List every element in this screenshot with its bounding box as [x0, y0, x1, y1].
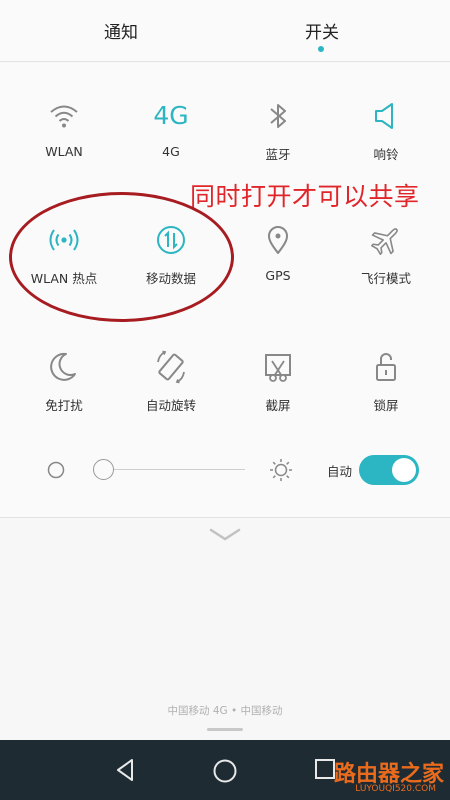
tile-dnd-label: 免打扰: [45, 398, 83, 413]
active-tab-indicator: [318, 46, 324, 52]
tab-switches[interactable]: 开关: [305, 18, 339, 43]
airplane-icon: [371, 228, 398, 255]
recent-apps-icon[interactable]: [314, 758, 336, 780]
tile-gps[interactable]: GPS: [222, 220, 334, 283]
tile-airplane-label: 飞行模式: [360, 271, 411, 286]
rotate-icon: [157, 350, 185, 384]
annotation-ellipse: [9, 192, 234, 322]
wifi-icon: [50, 105, 78, 128]
auto-brightness-toggle[interactable]: [359, 455, 419, 485]
tile-gps-label: GPS: [265, 268, 291, 283]
toggle-knob: [392, 458, 416, 482]
header-tabs: 通知 开关: [0, 0, 450, 62]
brightness-high-icon: [270, 459, 292, 481]
home-icon[interactable]: [212, 758, 238, 784]
auto-brightness-label: 自动: [327, 464, 353, 479]
tile-rotate-label: 自动旋转: [145, 398, 196, 413]
tile-4g[interactable]: 4G 4G: [115, 96, 227, 159]
drag-handle[interactable]: [207, 728, 243, 731]
tile-ringer-label: 响铃: [373, 147, 399, 162]
tile-wlan[interactable]: WLAN: [8, 96, 120, 159]
moon-icon: [50, 352, 76, 381]
speaker-icon: [375, 103, 393, 129]
tile-wlan-label: WLAN: [45, 144, 83, 159]
back-icon[interactable]: [114, 758, 136, 782]
screenshot-icon: [265, 354, 291, 382]
tile-dnd[interactable]: 免打扰: [8, 347, 120, 414]
tile-screenshot[interactable]: 截屏: [222, 347, 334, 414]
brightness-low-icon: [47, 461, 65, 479]
location-pin-icon: [268, 226, 288, 254]
tile-lock[interactable]: 锁屏: [330, 347, 442, 414]
tile-airplane[interactable]: 飞行模式: [330, 220, 442, 287]
tile-bluetooth-label: 蓝牙: [265, 147, 291, 162]
annotation-text: 同时打开才可以共享: [190, 182, 420, 211]
brightness-row: 自动: [0, 450, 450, 490]
tile-lock-label: 锁屏: [373, 398, 399, 413]
watermark-url: LUYOUQI520.COM: [355, 784, 436, 794]
brightness-slider-track[interactable]: [100, 469, 245, 470]
carrier-status: 中国移动 4G • 中国移动: [167, 705, 283, 717]
tile-ringer[interactable]: 响铃: [330, 96, 442, 163]
tile-screenshot-label: 截屏: [265, 398, 291, 413]
chevron-down-icon[interactable]: [209, 527, 241, 543]
bluetooth-icon: [270, 104, 286, 128]
padlock-icon: [376, 353, 396, 381]
tile-rotate[interactable]: 自动旋转: [115, 347, 227, 414]
tile-bluetooth[interactable]: 蓝牙: [222, 96, 334, 163]
4g-icon: 4G: [153, 101, 189, 130]
tile-4g-label: 4G: [162, 144, 180, 159]
brightness-slider-thumb[interactable]: [93, 459, 114, 480]
tab-notifications[interactable]: 通知: [104, 18, 138, 43]
